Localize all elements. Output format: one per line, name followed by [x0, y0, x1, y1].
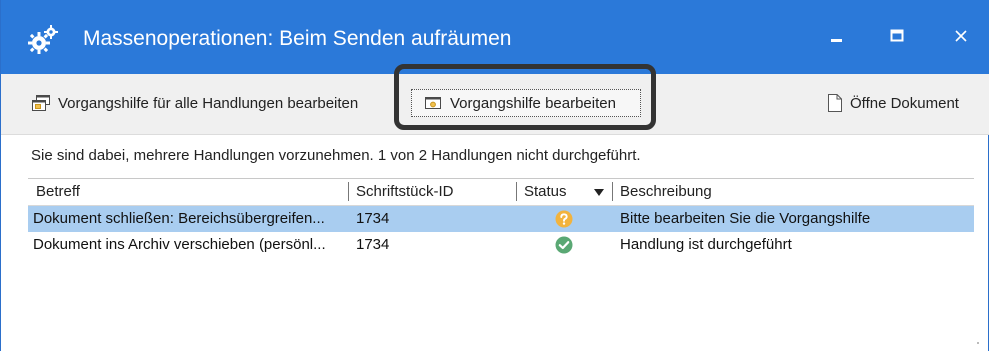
sort-descending-icon [594, 189, 604, 196]
window-title: Massenoperationen: Beim Senden aufräumen [83, 27, 512, 50]
question-circle-icon [555, 210, 573, 228]
maximize-button[interactable] [885, 24, 909, 48]
check-circle-icon [555, 236, 573, 254]
cell-beschreibung: Handlung ist durchgeführt [620, 236, 792, 253]
edit-procedure-focus[interactable]: Vorgangshilfe bearbeiten [411, 89, 641, 117]
document-icon [828, 94, 842, 112]
resize-grip[interactable] [976, 341, 980, 345]
column-beschreibung[interactable]: Beschreibung [620, 183, 712, 200]
table-row[interactable]: Dokument ins Archiv verschieben (persönl… [28, 232, 974, 258]
close-button[interactable] [949, 24, 973, 48]
edit-procedure-label: Vorgangshilfe bearbeiten [450, 94, 616, 112]
dialog-window: Massenoperationen: Beim Senden aufräumen… [0, 0, 989, 351]
table-header: Betreff Schriftstück-ID Status Beschreib… [28, 178, 974, 206]
status-message: Sie sind dabei, mehrere Handlungen vorzu… [31, 147, 641, 164]
open-document-button[interactable]: Öffne Dokument [827, 91, 959, 115]
column-betreff[interactable]: Betreff [36, 183, 80, 200]
column-separator[interactable] [516, 182, 517, 201]
multi-window-icon [32, 95, 50, 111]
operations-table: Betreff Schriftstück-ID Status Beschreib… [28, 178, 974, 258]
column-status[interactable]: Status [524, 183, 567, 200]
window-form-icon [425, 97, 441, 109]
edit-all-procedures-button[interactable]: Vorgangshilfe für alle Handlungen bearbe… [31, 91, 358, 115]
cell-beschreibung: Bitte bearbeiten Sie die Vorgangshilfe [620, 210, 871, 227]
column-schriftstueck-id[interactable]: Schriftstück-ID [356, 183, 454, 200]
cell-betreff: Dokument schließen: Bereichsübergreifen.… [33, 210, 325, 227]
edit-all-procedures-label: Vorgangshilfe für alle Handlungen bearbe… [58, 94, 359, 112]
column-separator[interactable] [612, 182, 613, 201]
column-separator[interactable] [348, 182, 349, 201]
table-row[interactable]: Dokument schließen: Bereichsübergreifen.… [28, 206, 974, 232]
open-document-label: Öffne Dokument [850, 94, 959, 112]
cell-betreff: Dokument ins Archiv verschieben (persönl… [33, 236, 326, 253]
minimize-button[interactable] [825, 24, 849, 48]
cell-id: 1734 [356, 210, 390, 227]
toolbar: Vorgangshilfe für alle Handlungen bearbe… [1, 74, 989, 135]
gears-icon [28, 25, 58, 54]
edit-procedure-button[interactable]: Vorgangshilfe bearbeiten [401, 83, 653, 125]
title-bar[interactable]: Massenoperationen: Beim Senden aufräumen [1, 0, 989, 74]
cell-id: 1734 [356, 236, 390, 253]
